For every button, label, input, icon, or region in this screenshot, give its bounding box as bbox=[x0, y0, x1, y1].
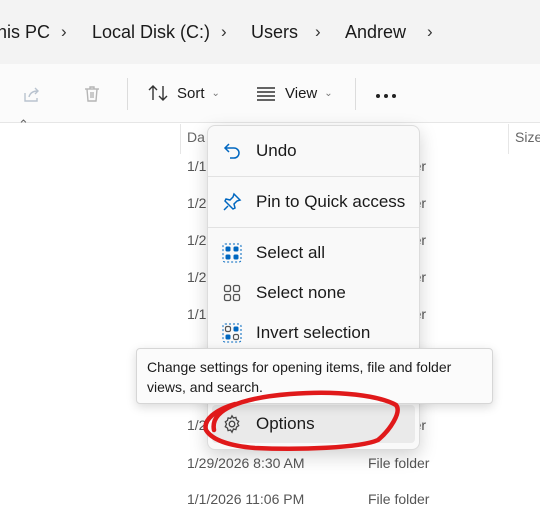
chevron-down-icon: ⌄ bbox=[324, 87, 333, 99]
delete-icon[interactable] bbox=[82, 84, 102, 109]
column-header-size[interactable]: Size bbox=[515, 129, 540, 155]
undo-icon bbox=[223, 143, 240, 159]
menu-divider bbox=[208, 227, 419, 228]
row-type: File folder bbox=[368, 491, 430, 507]
row-date: 1/1 bbox=[187, 158, 207, 174]
view-label: View bbox=[285, 84, 318, 102]
menu-item-pin-quick-access[interactable]: Pin to Quick access bbox=[208, 183, 419, 221]
column-divider bbox=[508, 124, 509, 154]
collapse-chevron-icon[interactable]: ⌃ bbox=[18, 117, 29, 133]
toolbar-divider bbox=[127, 78, 128, 110]
more-dot bbox=[392, 94, 396, 98]
more-dot bbox=[376, 94, 380, 98]
menu-label-select-all: Select all bbox=[256, 243, 325, 262]
chevron-right-icon[interactable]: › bbox=[221, 22, 227, 42]
address-bar: his PC › Local Disk (C:) › Users › Andre… bbox=[0, 0, 540, 65]
menu-item-select-none[interactable]: Select none bbox=[208, 274, 419, 312]
column-header-date[interactable]: Da bbox=[187, 129, 205, 155]
menu-divider bbox=[208, 176, 419, 177]
row-date: 1/1/2026 11:06 PM bbox=[187, 491, 305, 507]
select-none-icon bbox=[223, 284, 241, 302]
menu-item-undo[interactable]: Undo bbox=[208, 132, 419, 170]
menu-label-undo: Undo bbox=[256, 141, 297, 160]
menu-label-select-none: Select none bbox=[256, 283, 346, 302]
row-date: 1/1 bbox=[187, 306, 207, 322]
view-button[interactable]: View ⌄ bbox=[255, 80, 333, 106]
more-dot bbox=[384, 94, 388, 98]
row-date: 1/2 bbox=[187, 232, 207, 248]
invert-selection-icon bbox=[222, 323, 242, 343]
row-date: 1/29/2026 8:30 AM bbox=[187, 455, 305, 471]
pin-icon bbox=[223, 192, 242, 211]
column-divider bbox=[180, 124, 181, 154]
gear-icon bbox=[224, 414, 240, 434]
see-more-button[interactable] bbox=[376, 94, 396, 98]
breadcrumb-local-disk[interactable]: Local Disk (C:) bbox=[92, 22, 210, 43]
row-date: 1/2 bbox=[187, 269, 207, 285]
view-icon bbox=[257, 87, 275, 101]
sort-icon bbox=[148, 85, 168, 101]
chevron-right-icon[interactable]: › bbox=[427, 22, 433, 42]
toolbar-divider bbox=[355, 78, 356, 110]
command-bar: Sort ⌄ View ⌄ bbox=[0, 64, 540, 123]
share-icon[interactable] bbox=[22, 84, 42, 109]
menu-label-options: Options bbox=[256, 414, 315, 433]
breadcrumb-users[interactable]: Users bbox=[251, 22, 298, 43]
options-tooltip: Change settings for opening items, file … bbox=[136, 348, 493, 404]
chevron-right-icon[interactable]: › bbox=[61, 22, 67, 42]
menu-label-invert: Invert selection bbox=[256, 323, 371, 342]
menu-label-pin: Pin to Quick access bbox=[256, 192, 406, 211]
sort-button[interactable]: Sort ⌄ bbox=[147, 80, 220, 106]
row-date: 1/2 bbox=[187, 195, 207, 211]
menu-item-invert-selection[interactable]: Invert selection bbox=[208, 314, 419, 352]
menu-item-select-all[interactable]: Select all bbox=[208, 234, 419, 272]
menu-item-options[interactable]: Options bbox=[212, 405, 415, 443]
select-all-icon bbox=[222, 243, 242, 263]
chevron-right-icon[interactable]: › bbox=[315, 22, 321, 42]
row-date: 1/2 bbox=[187, 417, 207, 433]
breadcrumb-andrew[interactable]: Andrew bbox=[345, 22, 406, 43]
sort-label: Sort bbox=[177, 84, 205, 102]
chevron-down-icon: ⌄ bbox=[211, 87, 220, 99]
breadcrumb-this-pc[interactable]: his PC bbox=[0, 22, 50, 43]
row-type: File folder bbox=[368, 455, 430, 471]
